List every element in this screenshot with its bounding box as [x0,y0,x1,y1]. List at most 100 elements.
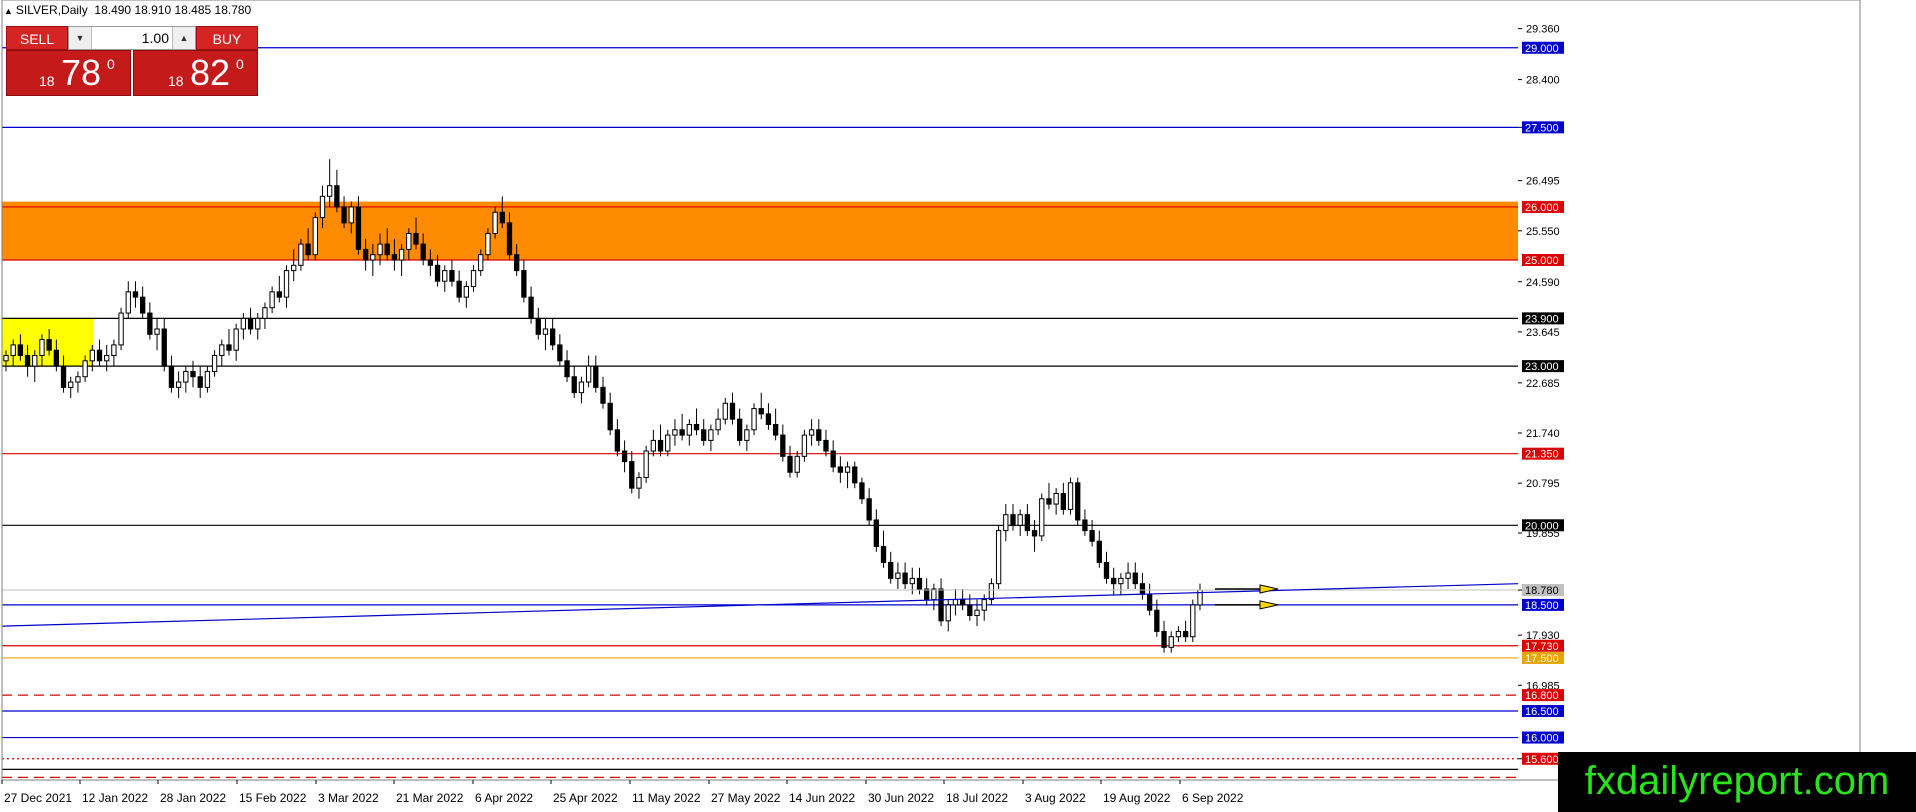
candle [183,370,189,383]
ohlc-readout: 18.490 18.910 18.485 18.780 [94,3,252,17]
candle [154,328,160,335]
candle [514,254,520,272]
candle [593,365,599,388]
candle [578,381,585,394]
candle [1146,593,1153,611]
quantity-stepper[interactable]: ▼ 1.00 ▲ [68,26,196,50]
x-tick-label: 21 Mar 2022 [396,791,464,805]
candle [104,355,110,362]
candle [564,360,570,378]
candle [988,583,995,601]
candle [456,280,462,298]
candle [1096,540,1102,563]
level-label: 17.500 [1525,653,1559,665]
candle [585,365,592,383]
chevron-down-icon[interactable]: ▼ [69,27,92,49]
level-label: 16.000 [1525,733,1559,745]
candle [10,344,16,357]
x-tick-label: 30 Jun 2022 [868,791,934,805]
candle [348,206,354,224]
y-tick-label: 21.740 [1526,428,1560,440]
buy-button[interactable]: BUY [196,26,258,50]
candle [492,211,498,234]
candle [1039,498,1045,537]
candle [787,455,793,473]
x-tick-label: 27 Dec 2021 [4,791,72,805]
candle [262,307,268,319]
candle [413,232,419,245]
candle [82,360,88,378]
y-tick-label: 23.645 [1526,327,1560,339]
candle [463,286,469,298]
candle [693,423,700,431]
x-tick-label: 14 Jun 2022 [789,791,855,805]
candle [1168,636,1174,648]
x-tick-label: 3 Aug 2022 [1025,791,1086,805]
price-chart[interactable]: 29.360 28.400 27.500 26.495 25.550 24.590 23.6… [0,0,1916,812]
candle [744,429,750,441]
candle [96,349,103,362]
candle [168,365,175,388]
candle [780,434,786,457]
candle [1154,609,1160,632]
candle [801,434,808,457]
buy-price-box[interactable]: 18 82 0 [133,50,258,96]
candle [823,439,829,452]
candle [1024,514,1031,532]
candle [909,577,915,585]
candle [319,195,326,219]
sell-price-main: 78 [61,52,102,93]
candle [959,599,966,606]
sell-button[interactable]: SELL [6,26,68,50]
x-tick-label: 11 May 2022 [632,791,701,805]
candle [147,312,153,335]
candle [53,349,60,367]
level-label: 15.600 [1525,754,1559,766]
candle [866,498,872,521]
candle [837,466,844,473]
quantity-input[interactable]: 1.00 [95,27,169,49]
candle [657,439,664,452]
y-tick-label: 25.550 [1526,226,1560,238]
candle [75,376,81,383]
chart-background [0,0,1916,812]
level-label: 23.900 [1525,313,1559,325]
candle [470,270,477,288]
sell-price-box[interactable]: 18 78 0 [6,50,131,96]
candle [111,344,117,357]
candle [1067,482,1074,510]
chevron-up-icon[interactable]: ▲ [172,27,195,49]
x-tick-label: 28 Jan 2022 [160,791,226,805]
candle [434,264,441,282]
candle [3,355,9,362]
candle [247,317,254,330]
x-tick-label: 25 Apr 2022 [553,791,618,805]
level-label: 27.500 [1525,122,1559,134]
y-tick-label: 28.400 [1526,75,1560,87]
candle [219,344,225,357]
candle [204,370,211,388]
candle [614,429,621,452]
candle [39,339,45,357]
candle [607,402,613,431]
candle [902,572,908,585]
level-label: 18.500 [1525,600,1559,612]
candle [1125,572,1131,579]
candle [327,185,333,197]
candle [636,477,642,489]
candle [377,243,383,256]
candle [1075,482,1081,521]
level-label: 26.000 [1525,202,1559,214]
candle [60,365,67,388]
candle [1111,577,1117,585]
candle [1003,514,1009,532]
candle [1089,530,1095,542]
candle [190,370,196,378]
candle [17,344,24,357]
candle [1182,630,1189,638]
candle [643,450,649,479]
level-label: 29.000 [1525,43,1559,55]
candle [549,328,556,346]
candle [312,217,318,256]
candle [1132,572,1138,585]
